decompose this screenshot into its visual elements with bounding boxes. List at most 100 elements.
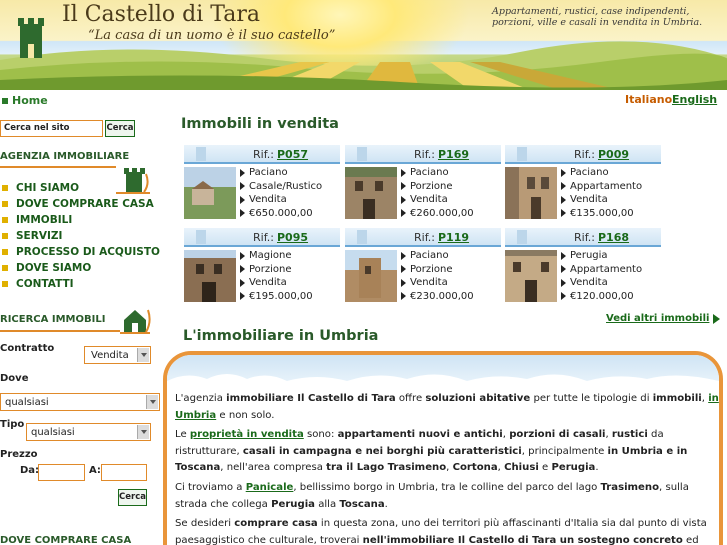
- main-content: Immobili in vendita Rif.: P057 Paciano C…: [163, 110, 727, 545]
- contratto-value: Vendita: [91, 350, 129, 361]
- agency-menu: CHI SIAMO DOVE COMPRARE CASA IMMOBILI SE…: [0, 180, 160, 292]
- menu-item-label: SERVIZI: [16, 230, 63, 242]
- listing-info: Magione Porzione Vendita €195.000,00: [240, 249, 340, 303]
- listing-price: €230.000,00: [401, 290, 501, 304]
- contratto-select[interactable]: Vendita: [84, 346, 151, 364]
- agency-section-title: AGENZIA IMMOBILIARE: [0, 151, 130, 162]
- dove-value: qualsiasi: [5, 397, 49, 408]
- menu-item-label: DOVE COMPRARE CASA: [16, 198, 154, 210]
- tipo-label: Tipo: [0, 419, 25, 430]
- listing-card[interactable]: Rif.: P057 Paciano Casale/Rustico Vendit…: [184, 145, 340, 223]
- menu-item-label: CHI SIAMO: [16, 182, 80, 194]
- tower-icon: [196, 230, 206, 244]
- listing-code-link[interactable]: P168: [598, 231, 629, 244]
- listing-place: Paciano: [240, 166, 340, 180]
- about-paragraph: L'agenzia immobiliare Il Castello di Tar…: [175, 393, 719, 421]
- listing-type: Appartamento: [561, 180, 661, 194]
- castle-logo-icon[interactable]: [14, 14, 48, 58]
- menu-item-label: DOVE SIAMO: [16, 262, 92, 274]
- listing-card[interactable]: Rif.: P009 Paciano Appartamento Vendita …: [505, 145, 661, 223]
- prezzo-da-label: Da:: [20, 465, 40, 476]
- listing-card[interactable]: Rif.: P095 Magione Porzione Vendita €195…: [184, 228, 340, 306]
- bullet-icon: [2, 217, 8, 223]
- listing-type: Porzione: [401, 180, 501, 194]
- ref-label: Rif.:: [574, 231, 595, 244]
- contratto-label: Contratto: [0, 343, 55, 354]
- listing-price: €135.000,00: [561, 207, 661, 221]
- menu-item-processo-di-acquisto[interactable]: PROCESSO DI ACQUISTO: [0, 244, 160, 260]
- site-search-input[interactable]: Cerca nel sito: [0, 120, 103, 137]
- listing-code-link[interactable]: P009: [598, 148, 629, 161]
- site-motto: “La casa di un uomo è il suo castello”: [88, 28, 336, 43]
- landscape-illustration: [0, 41, 727, 90]
- listing-code-link[interactable]: P095: [277, 231, 308, 244]
- bullet-icon: [2, 185, 8, 191]
- listing-place: Paciano: [561, 166, 661, 180]
- property-search-button[interactable]: Cerca: [118, 489, 147, 506]
- ref-label: Rif.:: [253, 231, 274, 244]
- listing-contract: Vendita: [240, 276, 340, 290]
- listing-header: Rif.: P095: [184, 228, 340, 247]
- menu-item-dove-siamo[interactable]: DOVE SIAMO: [0, 260, 160, 276]
- house-search-icon: [120, 309, 151, 334]
- listing-price: €260.000,00: [401, 207, 501, 221]
- bottom-section-title: DOVE COMPRARE CASA: [0, 535, 132, 545]
- menu-item-chi-siamo[interactable]: CHI SIAMO: [0, 180, 160, 196]
- listing-info: Paciano Porzione Vendita €260.000,00: [401, 166, 501, 220]
- home-link[interactable]: Home: [2, 94, 48, 107]
- site-header: Il Castello di Tara “La casa di un uomo …: [0, 0, 727, 90]
- tower-icon: [357, 147, 367, 161]
- listing-contract: Vendita: [401, 276, 501, 290]
- listing-info: Paciano Casale/Rustico Vendita €650.000,…: [240, 166, 340, 220]
- about-text: L'agenzia immobiliare Il Castello di Tar…: [175, 391, 719, 545]
- menu-item-dove-comprare-casa[interactable]: DOVE COMPRARE CASA: [0, 196, 160, 212]
- listing-type: Porzione: [401, 263, 501, 277]
- ref-label: Rif.:: [574, 148, 595, 161]
- site-search-button[interactable]: Cerca: [105, 120, 135, 137]
- listing-photo[interactable]: [505, 250, 557, 302]
- tipo-select[interactable]: qualsiasi: [26, 423, 151, 441]
- dove-select[interactable]: qualsiasi: [0, 393, 160, 411]
- listing-photo[interactable]: [184, 167, 236, 219]
- more-listings-label: Vedi altri immobili: [606, 313, 710, 324]
- listing-type: Appartamento: [561, 263, 661, 277]
- header-blurb: Appartamenti, rustici, case indipendenti…: [492, 6, 703, 28]
- lang-english[interactable]: English: [672, 93, 717, 106]
- chevron-down-icon: [137, 425, 149, 439]
- listing-card[interactable]: Rif.: P169 Paciano Porzione Vendita €260…: [345, 145, 501, 223]
- listing-code-link[interactable]: P119: [438, 231, 469, 244]
- prezzo-da-input[interactable]: [38, 464, 85, 481]
- link-proprieta-in-vendita[interactable]: proprietà in vendita: [190, 429, 304, 440]
- listing-card[interactable]: Rif.: P168 Perugia Appartamento Vendita …: [505, 228, 661, 306]
- menu-item-immobili[interactable]: IMMOBILI: [0, 212, 160, 228]
- menu-item-servizi[interactable]: SERVIZI: [0, 228, 160, 244]
- listing-contract: Vendita: [561, 276, 661, 290]
- listing-code-link[interactable]: P169: [438, 148, 469, 161]
- menu-item-contatti[interactable]: CONTATTI: [0, 276, 160, 292]
- lang-italiano[interactable]: Italiano: [625, 93, 672, 106]
- bullet-icon: [2, 265, 8, 271]
- listing-info: Perugia Appartamento Vendita €120.000,00: [561, 249, 661, 303]
- listing-photo[interactable]: [345, 250, 397, 302]
- site-title: Il Castello di Tara: [62, 2, 260, 27]
- dove-label: Dove: [0, 373, 29, 384]
- listing-info: Paciano Appartamento Vendita €135.000,00: [561, 166, 661, 220]
- link-panicale[interactable]: Panicale: [246, 482, 294, 493]
- prezzo-a-label: A:: [89, 465, 101, 476]
- bullet-icon: [2, 281, 8, 287]
- listing-photo[interactable]: [505, 167, 557, 219]
- listing-card[interactable]: Rif.: P119 Paciano Porzione Vendita €230…: [345, 228, 501, 306]
- tipo-value: qualsiasi: [31, 427, 75, 438]
- listing-code-link[interactable]: P057: [277, 148, 308, 161]
- more-listings-link[interactable]: Vedi altri immobili: [606, 313, 721, 324]
- search-section-title: RICERCA IMMOBILI: [0, 314, 106, 325]
- listing-place: Paciano: [401, 166, 501, 180]
- prezzo-a-input[interactable]: [101, 464, 147, 481]
- bullet-icon: [2, 201, 8, 207]
- listing-place: Perugia: [561, 249, 661, 263]
- listing-type: Porzione: [240, 263, 340, 277]
- tower-icon: [517, 147, 527, 161]
- listing-photo[interactable]: [184, 250, 236, 302]
- listing-photo[interactable]: [345, 167, 397, 219]
- bullet-icon: [2, 233, 8, 239]
